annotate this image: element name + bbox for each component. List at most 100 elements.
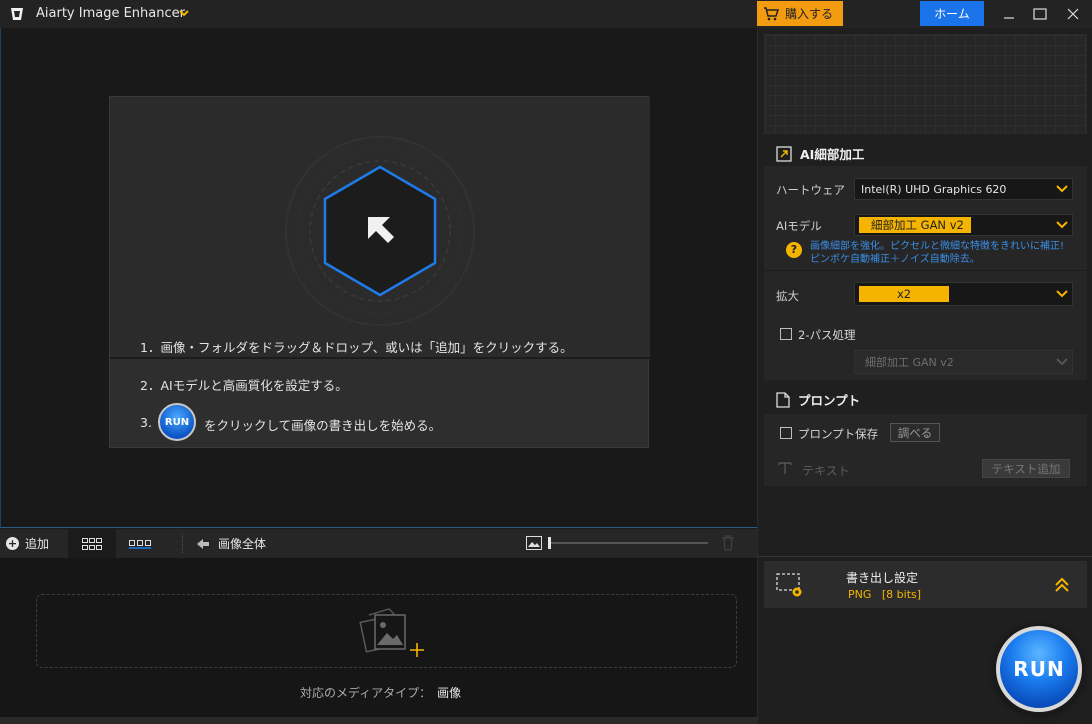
close-button[interactable] <box>1058 2 1088 26</box>
close-icon <box>1067 8 1079 20</box>
ai-detail-section-header: AI細部加工 <box>776 144 864 163</box>
zoom-slider-thumb[interactable] <box>548 537 551 549</box>
strip-view-icon <box>129 539 151 549</box>
scale-value: x2 <box>859 286 949 302</box>
ai-model-label: AIモデル <box>776 219 822 233</box>
status-strip <box>0 717 757 724</box>
step-3-text: をクリックして画像の書き出しを始める。 <box>204 418 442 433</box>
enhance-icon <box>776 145 792 162</box>
export-settings[interactable]: 書き出し設定 PNG [8 bits] <box>764 561 1087 608</box>
arrow-left-icon <box>197 538 209 549</box>
two-pass-label: 2-パス処理 <box>798 328 856 342</box>
image-zoom-icon <box>526 536 542 550</box>
scale-label: 拡大 <box>776 289 799 303</box>
ai-model-help: ? 画像細部を強化。ピクセルと微細な特徴をきれいに補正! ピンボケ自動補正＋ノイ… <box>764 240 1087 270</box>
minimize-button[interactable] <box>994 2 1024 26</box>
prompt-save-checkbox[interactable] <box>780 427 792 439</box>
ai-model-value: 細部加工 GAN v2 <box>859 217 971 233</box>
two-pass-model-select[interactable]: 細部加工 GAN v2 <box>854 350 1073 374</box>
chevron-down-icon <box>1056 358 1068 366</box>
preview-area[interactable]: 1．画像・フォルダをドラッグ＆ドロップ、或いは「追加」をクリックする。 2．AI… <box>0 28 757 528</box>
strip-view-button[interactable] <box>116 529 164 558</box>
prompt-section-header: プロンプト <box>776 390 860 409</box>
media-type-value: 画像 <box>437 686 462 700</box>
hardware-label: ハートウェア <box>776 183 845 197</box>
export-settings-icon <box>776 573 802 597</box>
maximize-icon <box>1033 8 1047 20</box>
ai-settings-box: ハートウェア Intel(R) UHD Graphics 620 AIモデル 細… <box>764 166 1087 380</box>
preview-thumbnail <box>764 34 1087 134</box>
chevron-down-icon <box>1056 185 1068 193</box>
export-format: PNG [8 bits] <box>848 588 921 601</box>
step-2-text: 2．AIモデルと高画質化を設定する。 <box>140 378 348 393</box>
run-button[interactable]: RUN <box>996 626 1082 712</box>
panel-divider <box>758 556 1092 557</box>
text-add-button[interactable]: テキスト追加 <box>982 459 1070 478</box>
media-type-info: 対応のメディアタイプ： 画像 <box>300 684 461 701</box>
ai-model-description: 画像細部を強化。ピクセルと微細な特徴をきれいに補正! ピンボケ自動補正＋ノイズ自… <box>810 240 1064 266</box>
add-images-icon[interactable] <box>359 603 429 659</box>
home-button[interactable]: ホーム <box>920 1 984 26</box>
app-logo-icon <box>11 8 23 20</box>
drop-target[interactable]: 1．画像・フォルダをドラッグ＆ドロップ、或いは「追加」をクリックする。 <box>110 97 650 357</box>
home-label: ホーム <box>934 7 970 21</box>
zoom-slider-track[interactable] <box>548 542 708 544</box>
prompt-settings-box: プロンプト保存 調べる テキスト テキスト追加 <box>764 414 1087 486</box>
chevron-down-icon[interactable] <box>178 7 190 19</box>
export-format-value: PNG <box>848 588 872 601</box>
add-button[interactable]: + 追加 <box>0 529 68 558</box>
thumbnail-area[interactable]: 対応のメディアタイプ： 画像 <box>0 558 757 724</box>
maximize-button[interactable] <box>1025 2 1055 26</box>
step-3-number: 3. <box>140 415 152 430</box>
settings-panel: AI細部加工 ハートウェア Intel(R) UHD Graphics 620 … <box>757 28 1092 724</box>
toolbar-divider <box>182 534 183 553</box>
run-mini-icon: RUN <box>158 403 196 441</box>
chevron-down-icon <box>1056 221 1068 229</box>
add-label: 追加 <box>25 537 50 551</box>
run-label: RUN <box>1013 657 1065 681</box>
full-image-label: 画像全体 <box>218 537 267 551</box>
card-divider <box>110 357 650 359</box>
two-pass-checkbox[interactable] <box>780 328 792 340</box>
step-1-text: 1．画像・フォルダをドラッグ＆ドロップ、或いは「追加」をクリックする。 <box>140 340 573 355</box>
hardware-select[interactable]: Intel(R) UHD Graphics 620 <box>854 178 1073 200</box>
chevron-down-icon <box>1056 290 1068 298</box>
ai-model-select[interactable]: 細部加工 GAN v2 <box>854 214 1073 236</box>
cart-icon <box>764 6 779 20</box>
prompt-section-title: プロンプト <box>798 393 861 408</box>
text-label: テキスト <box>802 464 850 478</box>
run-mini-label: RUN <box>164 416 190 428</box>
double-chevron-up-icon[interactable] <box>1054 577 1070 593</box>
title-bar: Aiarty Image Enhancer 購入する ホーム <box>0 0 1092 28</box>
scale-select[interactable]: x2 <box>854 282 1073 306</box>
browse-label: 調べる <box>897 425 933 440</box>
ai-model-description-line1: 画像細部を強化。ピクセルと微細な特徴をきれいに補正! <box>810 241 1065 252</box>
grid-view-button[interactable] <box>68 529 116 558</box>
buy-button[interactable]: 購入する <box>757 1 843 26</box>
grid-view-icon <box>82 537 102 550</box>
media-type-label: 対応のメディアタイプ： <box>300 686 432 700</box>
hardware-value: Intel(R) UHD Graphics 620 <box>861 182 1007 196</box>
text-tool-icon <box>778 462 792 474</box>
export-bits-value: [8 bits] <box>881 588 922 601</box>
full-image-button[interactable]: 画像全体 <box>196 529 266 558</box>
document-icon <box>776 391 790 408</box>
thumbnail-toolbar: + 追加 画像全体 <box>0 529 757 558</box>
export-settings-title: 書き出し設定 <box>846 571 919 585</box>
text-add-label: テキスト追加 <box>991 461 1061 476</box>
prompt-save-label: プロンプト保存 <box>798 427 879 441</box>
help-icon[interactable]: ? <box>786 242 802 258</box>
settings-divider <box>764 270 1087 271</box>
ai-detail-section-title: AI細部加工 <box>800 147 865 162</box>
plus-icon: + <box>6 537 19 550</box>
image-dropzone[interactable] <box>36 594 737 668</box>
instruction-card[interactable]: 1．画像・フォルダをドラッグ＆ドロップ、或いは「追加」をクリックする。 2．AI… <box>109 96 650 448</box>
ai-model-description-line2: ピンボケ自動補正＋ノイズ自動除去。 <box>810 254 980 265</box>
two-pass-model-value: 細部加工 GAN v2 <box>865 356 954 369</box>
app-title: Aiarty Image Enhancer <box>36 6 185 21</box>
minimize-icon <box>1004 17 1014 19</box>
trash-icon[interactable] <box>721 535 735 551</box>
import-hexagon-icon[interactable] <box>282 133 478 329</box>
buy-label: 購入する <box>785 7 834 21</box>
browse-button[interactable]: 調べる <box>890 423 940 442</box>
